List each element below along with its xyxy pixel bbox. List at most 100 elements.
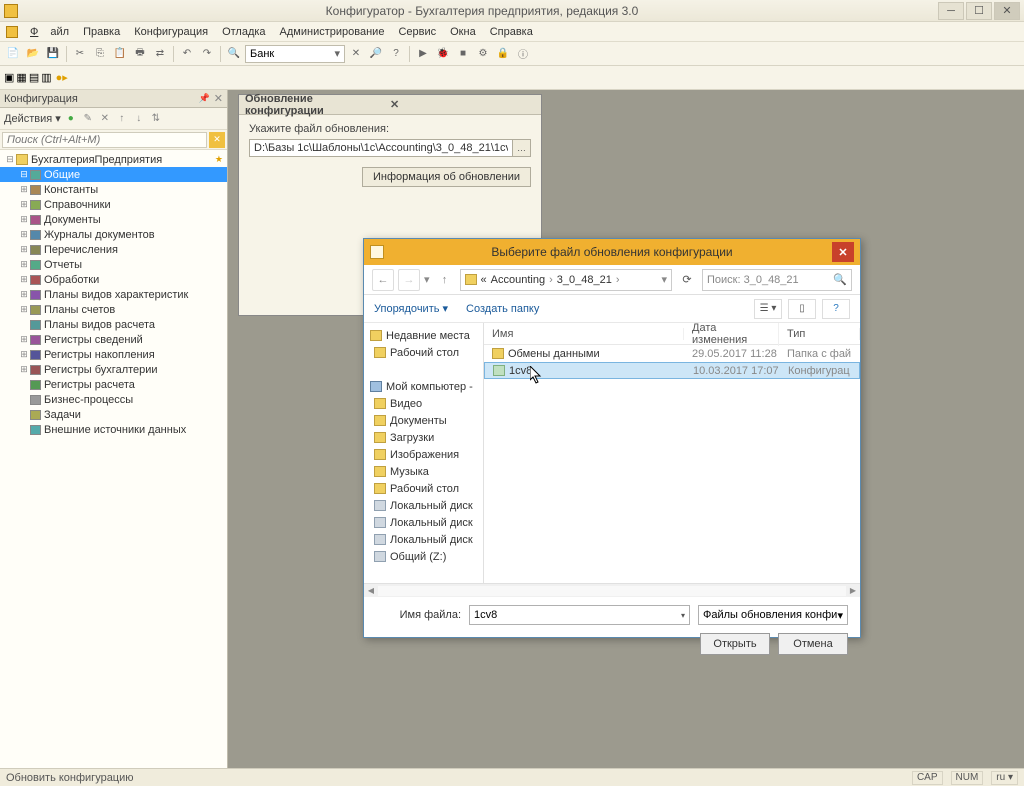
up-icon[interactable]: ↑ [115, 112, 129, 126]
tree-item[interactable]: ⊞Перечисления [0, 242, 227, 257]
down-icon[interactable]: ↓ [132, 112, 146, 126]
update-dialog-close-icon[interactable]: ✕ [390, 98, 535, 111]
tb2-icon-4[interactable]: ▥ [41, 71, 51, 84]
folder-tree-item[interactable]: Недавние места [364, 327, 483, 344]
sort-icon[interactable]: ⇅ [149, 112, 163, 126]
tree-item[interactable]: ⊞Регистры бухгалтерии [0, 362, 227, 377]
tree-item[interactable]: Планы видов расчета [0, 317, 227, 332]
file-search-input[interactable]: Поиск: 3_0_48_21 🔍 [702, 269, 852, 291]
maximize-button[interactable]: ☐ [966, 2, 992, 20]
run-icon[interactable]: ▶ [414, 45, 432, 63]
file-dialog-titlebar[interactable]: Выберите файл обновления конфигурации ✕ [364, 239, 860, 265]
tree-item[interactable]: ⊞Планы счетов [0, 302, 227, 317]
help-button[interactable]: ? [822, 299, 850, 319]
edit-icon[interactable]: ✎ [81, 112, 95, 126]
organize-menu[interactable]: Упорядочить ▾ [374, 302, 448, 315]
minimize-button[interactable]: ─ [938, 2, 964, 20]
tb2-icon-1[interactable]: ▣ [4, 71, 14, 84]
open-button[interactable]: Открыть [700, 633, 770, 655]
horizontal-scrollbar[interactable]: ◀▶ [364, 583, 860, 597]
refresh-icon[interactable]: ⟳ [676, 269, 698, 291]
pin-icon[interactable]: 📌 [199, 93, 210, 104]
lock-icon[interactable]: 🔒 [494, 45, 512, 63]
file-row[interactable]: 1cv810.03.2017 17:07Конфигурац [484, 362, 860, 379]
cut-icon[interactable]: ✂ [71, 45, 89, 63]
update-path-input[interactable] [249, 139, 513, 157]
folder-tree-item[interactable]: Сеть [364, 582, 483, 583]
folder-tree-item[interactable]: Видео [364, 395, 483, 412]
tree-item[interactable]: Регистры расчета [0, 377, 227, 392]
tree-item[interactable]: Задачи [0, 407, 227, 422]
menu-admin[interactable]: Администрирование [274, 24, 391, 40]
redo-icon[interactable]: ↷ [198, 45, 216, 63]
open-icon[interactable]: 📂 [24, 45, 42, 63]
folder-tree-item[interactable]: Локальный диск [364, 531, 483, 548]
browse-button[interactable]: … [513, 139, 531, 157]
folder-tree[interactable]: Недавние местаРабочий стол Мой компьютер… [364, 323, 484, 583]
crumb-version[interactable]: 3_0_48_21 [557, 274, 612, 286]
copy-icon[interactable]: ⎘ [91, 45, 109, 63]
menu-config[interactable]: Конфигурация [128, 24, 214, 40]
tb2-icon-2[interactable]: ▦ [16, 71, 26, 84]
actions-menu[interactable]: Действия ▾ [4, 112, 61, 125]
update-dialog-titlebar[interactable]: Обновление конфигурации ✕ [239, 95, 541, 115]
menu-edit[interactable]: Правка [77, 24, 126, 40]
compare-icon[interactable]: ⇄ [151, 45, 169, 63]
tree-item[interactable]: ⊞Документы [0, 212, 227, 227]
undo-icon[interactable]: ↶ [178, 45, 196, 63]
app-menu-icon[interactable] [6, 26, 18, 38]
tree-item[interactable]: ⊞Планы видов характеристик [0, 287, 227, 302]
new-icon[interactable]: 📄 [4, 45, 22, 63]
panel-close-icon[interactable]: ✕ [214, 92, 223, 105]
update-info-button[interactable]: Информация об обновлении [362, 167, 531, 187]
close-button[interactable]: ✕ [994, 2, 1020, 20]
nav-up-icon[interactable]: ↑ [434, 269, 456, 291]
folder-tree-item[interactable]: Локальный диск [364, 497, 483, 514]
file-list-header[interactable]: Имя Дата изменения Тип [484, 323, 860, 345]
folder-tree-item[interactable]: Рабочий стол [364, 480, 483, 497]
stop-icon[interactable]: ■ [454, 45, 472, 63]
debug-icon[interactable]: 🐞 [434, 45, 452, 63]
menu-file[interactable]: Файл [24, 24, 75, 40]
folder-tree-item[interactable]: Рабочий стол [364, 344, 483, 361]
filetype-select[interactable]: Файлы обновления конфигур ▾ [698, 605, 848, 625]
tree-item[interactable]: ⊞Справочники [0, 197, 227, 212]
nav-history-icon[interactable]: ▾ [424, 273, 430, 286]
menu-debug[interactable]: Отладка [216, 24, 271, 40]
search-clear-icon[interactable]: ✕ [209, 132, 225, 148]
file-list[interactable]: Имя Дата изменения Тип Обмены данными29.… [484, 323, 860, 583]
clear-icon[interactable]: ✕ [347, 45, 365, 63]
tree-item[interactable]: ⊞Регистры сведений [0, 332, 227, 347]
view-mode-button[interactable]: ☰ ▾ [754, 299, 782, 319]
breadcrumb[interactable]: « Accounting › 3_0_48_21 › ▾ [460, 269, 672, 291]
menu-windows[interactable]: Окна [444, 24, 482, 40]
folder-tree-item[interactable] [364, 565, 483, 582]
tree-item[interactable]: Внешние источники данных [0, 422, 227, 437]
tree-item[interactable]: ⊞Журналы документов [0, 227, 227, 242]
menu-help[interactable]: Справка [484, 24, 539, 40]
folder-tree-item[interactable]: Загрузки [364, 429, 483, 446]
tree-item[interactable]: ⊞Обработки [0, 272, 227, 287]
tree-item[interactable]: Бизнес-процессы [0, 392, 227, 407]
col-name[interactable]: Имя [484, 328, 684, 340]
folder-tree-item[interactable]: Локальный диск [364, 514, 483, 531]
syntax-icon[interactable]: ⚙ [474, 45, 492, 63]
help2-icon[interactable]: ⓘ [514, 45, 532, 63]
file-row[interactable]: Обмены данными29.05.2017 11:28Папка с фа… [484, 345, 860, 362]
col-date[interactable]: Дата изменения [684, 323, 779, 346]
folder-tree-item[interactable]: Общий (Z:) [364, 548, 483, 565]
crumb-dropdown-icon[interactable]: ▾ [661, 273, 667, 286]
paste-icon[interactable]: 📋 [111, 45, 129, 63]
crumb-accounting[interactable]: Accounting [491, 274, 545, 286]
search-input[interactable] [2, 132, 207, 148]
folder-tree-item[interactable]: Документы [364, 412, 483, 429]
nav-back-icon[interactable]: ← [372, 269, 394, 291]
help-icon[interactable]: ? [387, 45, 405, 63]
new-folder-button[interactable]: Создать папку [466, 303, 539, 315]
tree-item[interactable]: ⊞Регистры накопления [0, 347, 227, 362]
filename-input[interactable]: 1cv8 ▾ [469, 605, 690, 625]
find-icon[interactable]: 🔎 [367, 45, 385, 63]
menu-service[interactable]: Сервис [392, 24, 442, 40]
tree-item[interactable]: ⊞Отчеты [0, 257, 227, 272]
add-icon[interactable]: ● [64, 112, 78, 126]
